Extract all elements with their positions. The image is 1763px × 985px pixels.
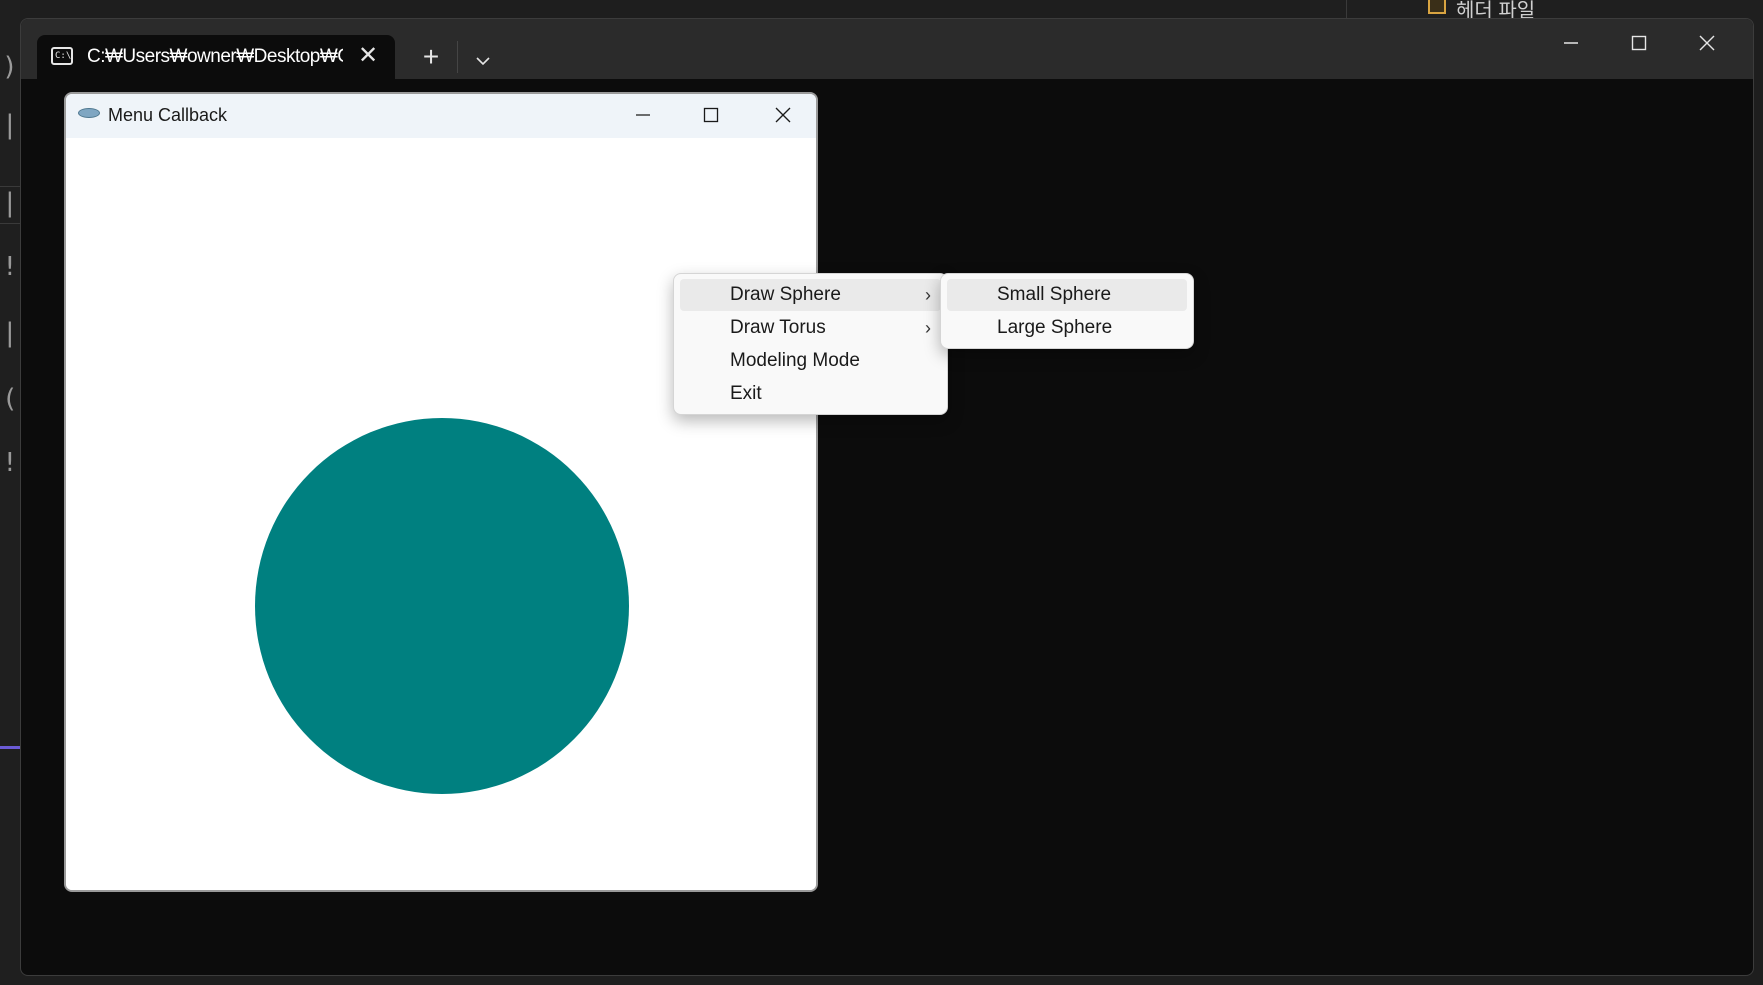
editor-glyph: ! (2, 448, 18, 478)
terminal-maximize-button[interactable] (1609, 27, 1669, 61)
editor-glyph: ! (2, 252, 18, 282)
glut-app-icon (78, 108, 100, 118)
menu-callback-window: Menu Callback (64, 92, 818, 892)
menu-item-exit[interactable]: Exit (680, 378, 941, 410)
cmd-icon-text: C:\ (55, 51, 72, 61)
glut-minimize-button[interactable] (615, 98, 671, 134)
context-menu: Draw Sphere › Draw Torus › Modeling Mode… (673, 273, 948, 415)
chevron-right-icon: › (925, 285, 931, 305)
menu-item-label: Draw Sphere (730, 284, 841, 305)
glut-maximize-button[interactable] (683, 98, 739, 134)
opengl-canvas[interactable] (66, 138, 816, 890)
solution-explorer-panel: 헤더 파일 (1310, 0, 1763, 22)
editor-glyph: ) (2, 52, 18, 82)
new-tab-button[interactable]: + (413, 41, 449, 77)
menu-item-large-sphere[interactable]: Large Sphere (947, 312, 1187, 344)
editor-accent-bar (0, 746, 20, 749)
menu-item-label: Draw Torus (730, 317, 826, 338)
window-title: Menu Callback (108, 105, 228, 125)
glut-close-button[interactable] (755, 98, 811, 134)
menu-item-modeling-mode[interactable]: Modeling Mode (680, 345, 941, 377)
editor-glyph: ( (2, 384, 18, 414)
terminal-tab[interactable]: C:\ C:₩Users₩owner₩Desktop₩C ✕ (37, 35, 395, 79)
maximize-icon (703, 107, 719, 123)
menu-item-draw-sphere[interactable]: Draw Sphere › (680, 279, 941, 311)
cmd-icon: C:\ (51, 47, 73, 65)
glut-titlebar[interactable]: Menu Callback (66, 94, 816, 138)
tab-title: C:₩Users₩owner₩Desktop₩C (87, 46, 343, 67)
menu-item-label: Modeling Mode (730, 350, 860, 371)
titlebar-divider (457, 41, 458, 73)
close-tab-icon[interactable]: ✕ (353, 41, 383, 71)
background-editor: ) |s |s ! |s ( ! (0, 0, 33, 985)
chevron-down-icon (476, 57, 490, 66)
menu-item-label: Large Sphere (997, 317, 1113, 338)
terminal-titlebar[interactable]: C:\ C:₩Users₩owner₩Desktop₩C ✕ + (21, 19, 1753, 79)
folder-icon (1428, 0, 1446, 14)
terminal-close-button[interactable] (1677, 27, 1737, 61)
menu-item-draw-torus[interactable]: Draw Torus › (680, 312, 941, 344)
draw-sphere-submenu: Small Sphere Large Sphere (940, 273, 1194, 349)
close-icon (1699, 35, 1715, 51)
menu-item-label: Small Sphere (997, 284, 1112, 305)
teal-sphere (255, 418, 629, 794)
menu-item-small-sphere[interactable]: Small Sphere (947, 279, 1187, 311)
maximize-icon (1631, 35, 1647, 51)
minimize-icon (636, 114, 650, 116)
close-icon (775, 107, 791, 123)
menu-item-label: Exit (730, 383, 762, 404)
terminal-minimize-button[interactable] (1541, 27, 1601, 61)
panel-divider (1346, 0, 1347, 20)
chevron-right-icon: › (925, 318, 931, 338)
minimize-icon (1564, 42, 1578, 44)
tab-dropdown-button[interactable] (465, 43, 501, 77)
